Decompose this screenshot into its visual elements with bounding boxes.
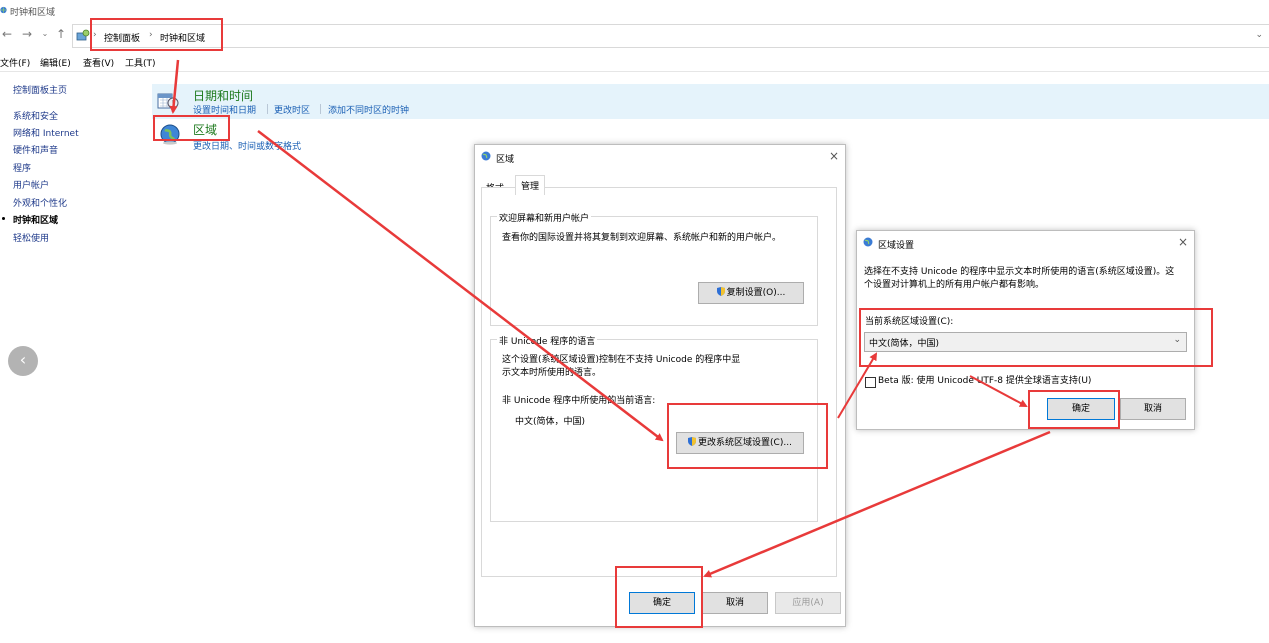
arrow-to-region	[169, 59, 180, 114]
arrow-to-locale-select	[837, 352, 878, 419]
arrow-to-dialog-ok	[703, 430, 1051, 578]
arrow-to-settings-ok	[969, 375, 1028, 407]
annotation-arrows	[169, 59, 1051, 578]
arrow-to-change-locale	[257, 130, 664, 442]
tab-administrative[interactable]: 管理	[515, 175, 546, 195]
